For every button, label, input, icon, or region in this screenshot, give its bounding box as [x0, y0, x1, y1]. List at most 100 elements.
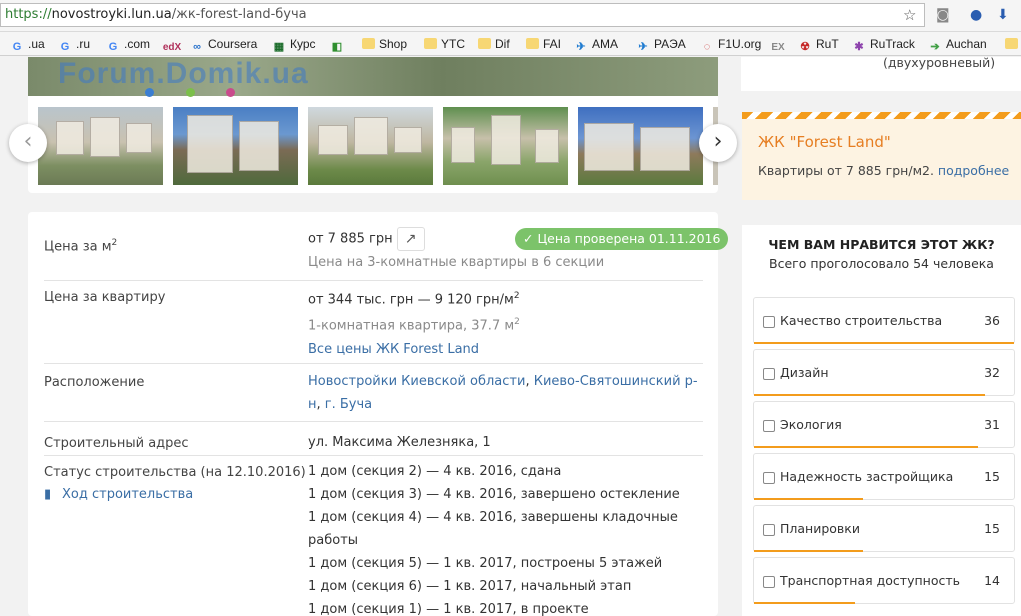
bookmark-google-com[interactable]: G .com — [106, 36, 150, 53]
download-icon[interactable]: ⬇ — [997, 7, 1009, 23]
poll-option-label: Качество строительства — [780, 313, 943, 328]
plane-icon: ✈ — [638, 41, 648, 53]
poll-subtitle: Всего проголосовало 54 человека — [769, 256, 994, 271]
checkbox[interactable] — [763, 420, 775, 432]
poll-option[interactable]: Дизайн 32 — [753, 349, 1015, 396]
status-label: Статус строительства (на 12.10.2016) — [44, 465, 306, 480]
thumbnail[interactable] — [38, 107, 163, 185]
bookmarks-overflow[interactable] — [1005, 36, 1021, 52]
bookmark-google-ua[interactable]: G .ua — [10, 36, 45, 53]
gallery-dot[interactable] — [186, 88, 195, 97]
bookmark-ex[interactable]: EX — [768, 36, 792, 53]
address-value: ул. Максима Железняка, 1 — [308, 435, 491, 450]
thumbnail[interactable] — [308, 107, 433, 185]
google-icon: G — [60, 41, 70, 53]
checkbox[interactable] — [763, 524, 775, 536]
folder-icon — [1005, 38, 1018, 49]
url-scheme: https:// — [5, 7, 52, 22]
bookmark-label: PAЭA — [654, 37, 686, 51]
google-icon: G — [108, 41, 118, 53]
bookmark-f1u[interactable]: ◌ F1U.org — [700, 36, 762, 53]
hero-image[interactable]: Forum.Domik.ua — [28, 57, 718, 97]
bookmark-google-ru[interactable]: G .ru — [58, 36, 91, 53]
bar-chart-icon: ▮ — [44, 487, 52, 502]
bookmark-rutrack[interactable]: ✱ RuTrack — [852, 36, 915, 53]
checkbox[interactable] — [763, 316, 775, 328]
city-link[interactable]: г. Буча — [325, 397, 372, 412]
bookmark-folder-dif[interactable]: Dif — [478, 36, 510, 52]
address-bar[interactable]: https://novostroyki.lun.ua/жк-forest-lan… — [0, 3, 925, 27]
gallery-dot[interactable] — [145, 88, 154, 97]
folder-icon — [424, 38, 437, 49]
poll-option-count: 15 — [984, 521, 1000, 536]
poll-option[interactable]: Качество строительства 36 — [753, 297, 1015, 344]
promo-title[interactable]: ЖК "Forest Land" — [758, 132, 891, 152]
construction-progress-link[interactable]: ▮ Ход строительства — [44, 486, 193, 504]
bookmark-rut[interactable]: ☢ RuT — [798, 36, 839, 53]
gallery-next-button[interactable]: › — [699, 124, 737, 162]
poll-option[interactable]: Транспортная доступность 14 — [753, 557, 1015, 604]
address-label: Строительный адрес — [44, 436, 189, 451]
bookmark-label: Курс — [290, 37, 316, 51]
status-line: 1 дом (секция 3) — 4 кв. 2016, завершено… — [308, 487, 680, 502]
bookmark-folder-shop[interactable]: Shop — [362, 36, 407, 52]
checkbox[interactable] — [763, 368, 775, 380]
thumbnail[interactable] — [443, 107, 568, 185]
rut-icon: ☢ — [800, 41, 810, 53]
poll-option[interactable]: Экология 31 — [753, 401, 1015, 448]
bookmark-folder-fai[interactable]: FAI — [526, 36, 561, 52]
bookmark-label: F1U.org — [718, 37, 762, 51]
poll-option-bar — [754, 550, 863, 552]
bookmark-label: AMA — [592, 37, 619, 51]
watermark: Forum.Domik.ua — [58, 57, 309, 90]
bookmark-folder-ytc[interactable]: YTC — [424, 36, 465, 52]
thumbnail[interactable] — [173, 107, 298, 185]
poll-option-label: Планировки — [780, 521, 860, 536]
bookmark-kurs[interactable]: ▦ Курс — [272, 36, 316, 53]
poll-option[interactable]: Планировки 15 — [753, 505, 1015, 552]
google-icon: G — [12, 41, 22, 53]
gallery-dot[interactable] — [226, 88, 235, 97]
bookmark-label: .ru — [76, 37, 91, 51]
bookmark-label: Dif — [495, 37, 510, 51]
bookmark-ama[interactable]: ✈ AMA — [574, 36, 619, 53]
gallery-prev-button[interactable]: ‹ — [9, 124, 47, 162]
url-host: novostroyki.lun.ua — [51, 7, 172, 22]
checkbox[interactable] — [763, 576, 775, 588]
bookmark-auchan[interactable]: ➔ Auchan — [928, 36, 986, 53]
poll-option-bar — [754, 394, 985, 396]
url-path: /жк-forest-land-буча — [171, 7, 307, 22]
bookmark-label: RuT — [816, 37, 839, 51]
poll-title: ЧЕМ ВАМ НРАВИТСЯ ЭТОТ ЖК? — [768, 237, 995, 252]
bookmark-edx[interactable]: edX — [162, 36, 186, 53]
poll-option-bar — [754, 446, 978, 448]
microphone-icon[interactable]: ● — [970, 7, 982, 23]
right-top-card: (двухуровневый) — [741, 57, 1021, 91]
right-top-text: (двухуровневый) — [883, 57, 996, 70]
checkbox[interactable] — [763, 472, 775, 484]
bookmark-label: RuTrack — [870, 37, 915, 51]
row-address: Строительный адрес ул. Максима Железняка… — [44, 422, 703, 456]
status-line: 1 дом (секция 4) — 4 кв. 2016, завершены… — [308, 510, 678, 548]
row-price-flat: Цена за квартиру от 344 тыс. грн — 9 120… — [44, 281, 703, 364]
bookmark-label: FAI — [543, 37, 562, 51]
promo-card: ЖК "Forest Land" Квартиры от 7 885 грн/м… — [742, 112, 1021, 200]
price-flat-note: 1-комнатная квартира, 37.7 м2 — [308, 317, 520, 334]
thumbnail[interactable] — [578, 107, 703, 185]
promo-stripe — [742, 112, 1021, 119]
thumbnail-strip — [38, 107, 718, 185]
price-chart-icon[interactable]: ↗ — [396, 227, 425, 251]
row-price-m2: Цена за м2 от 7 885 грн ↗ Цена на 3-комна… — [44, 212, 729, 281]
bookmarks-bar: G .ua G .ru G .com edX ∞ Coursera ▦ Курс ◧ Sh… — [0, 32, 1021, 56]
bookmark-paea[interactable]: ✈ PAЭA — [636, 36, 686, 53]
poll-card: ЧЕМ ВАМ НРАВИТСЯ ЭТОТ ЖК? Всего проголос… — [742, 225, 1021, 616]
camera-icon[interactable]: ◙ — [936, 7, 950, 23]
promo-more-link[interactable]: подробнее — [938, 163, 1009, 178]
star-icon[interactable]: ☆ — [903, 6, 916, 24]
bookmark-green[interactable]: ◧ — [330, 36, 348, 53]
price-m2-value: от 7 885 грн — [308, 231, 393, 247]
bookmark-coursera[interactable]: ∞ Coursera — [190, 36, 257, 53]
all-prices-link[interactable]: Все цены ЖК Forest Land — [308, 342, 479, 357]
region-link[interactable]: Новостройки Киевской области — [308, 374, 525, 389]
poll-option[interactable]: Надежность застройщика 15 — [753, 453, 1015, 500]
